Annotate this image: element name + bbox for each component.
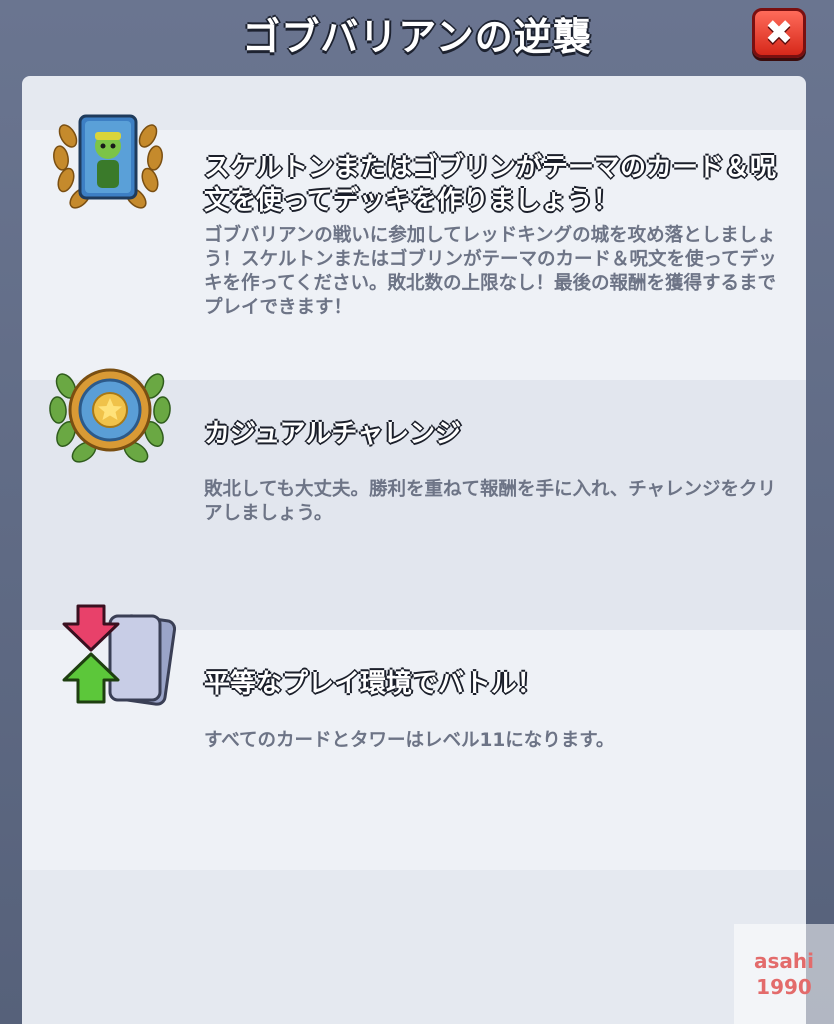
close-button[interactable]: ✖: [752, 8, 806, 58]
watermark-line-2: 1990: [756, 975, 812, 999]
section-2-description: 敗北しても大丈夫。勝利を重ねて報酬を手に入れ、チャレンジをクリアしましょう。: [204, 479, 777, 524]
watermark-line-1: asahi: [754, 949, 814, 973]
section-3-heading: 平等なプレイ環境でバトル！: [204, 669, 543, 699]
section-3-description: すべてのカードとタワーはレベル11になります。: [204, 730, 615, 751]
star-medal-laurel-icon: [46, 352, 174, 468]
close-icon: ✖: [764, 13, 794, 53]
section-2-heading: カジュアルチャレンジ: [204, 419, 462, 449]
section-1-heading: スケルトンまたはゴブリンがテーマのカード＆呪文を使ってデッキを作りましょう！: [204, 153, 777, 216]
content-panel: スケルトンまたはゴブリンがテーマのカード＆呪文を使ってデッキを作りましょう！ ゴ…: [22, 76, 806, 1024]
goblin-card-laurel-icon: [50, 106, 166, 218]
watermark: asahi 1990: [734, 924, 834, 1024]
modal-title: ゴブバリアンの逆襲: [242, 15, 592, 59]
section-1-description: ゴブバリアンの戦いに参加してレッドキングの城を攻め落としましょう！スケルトンまた…: [204, 225, 777, 318]
level-up-down-cards-icon: [56, 602, 177, 710]
